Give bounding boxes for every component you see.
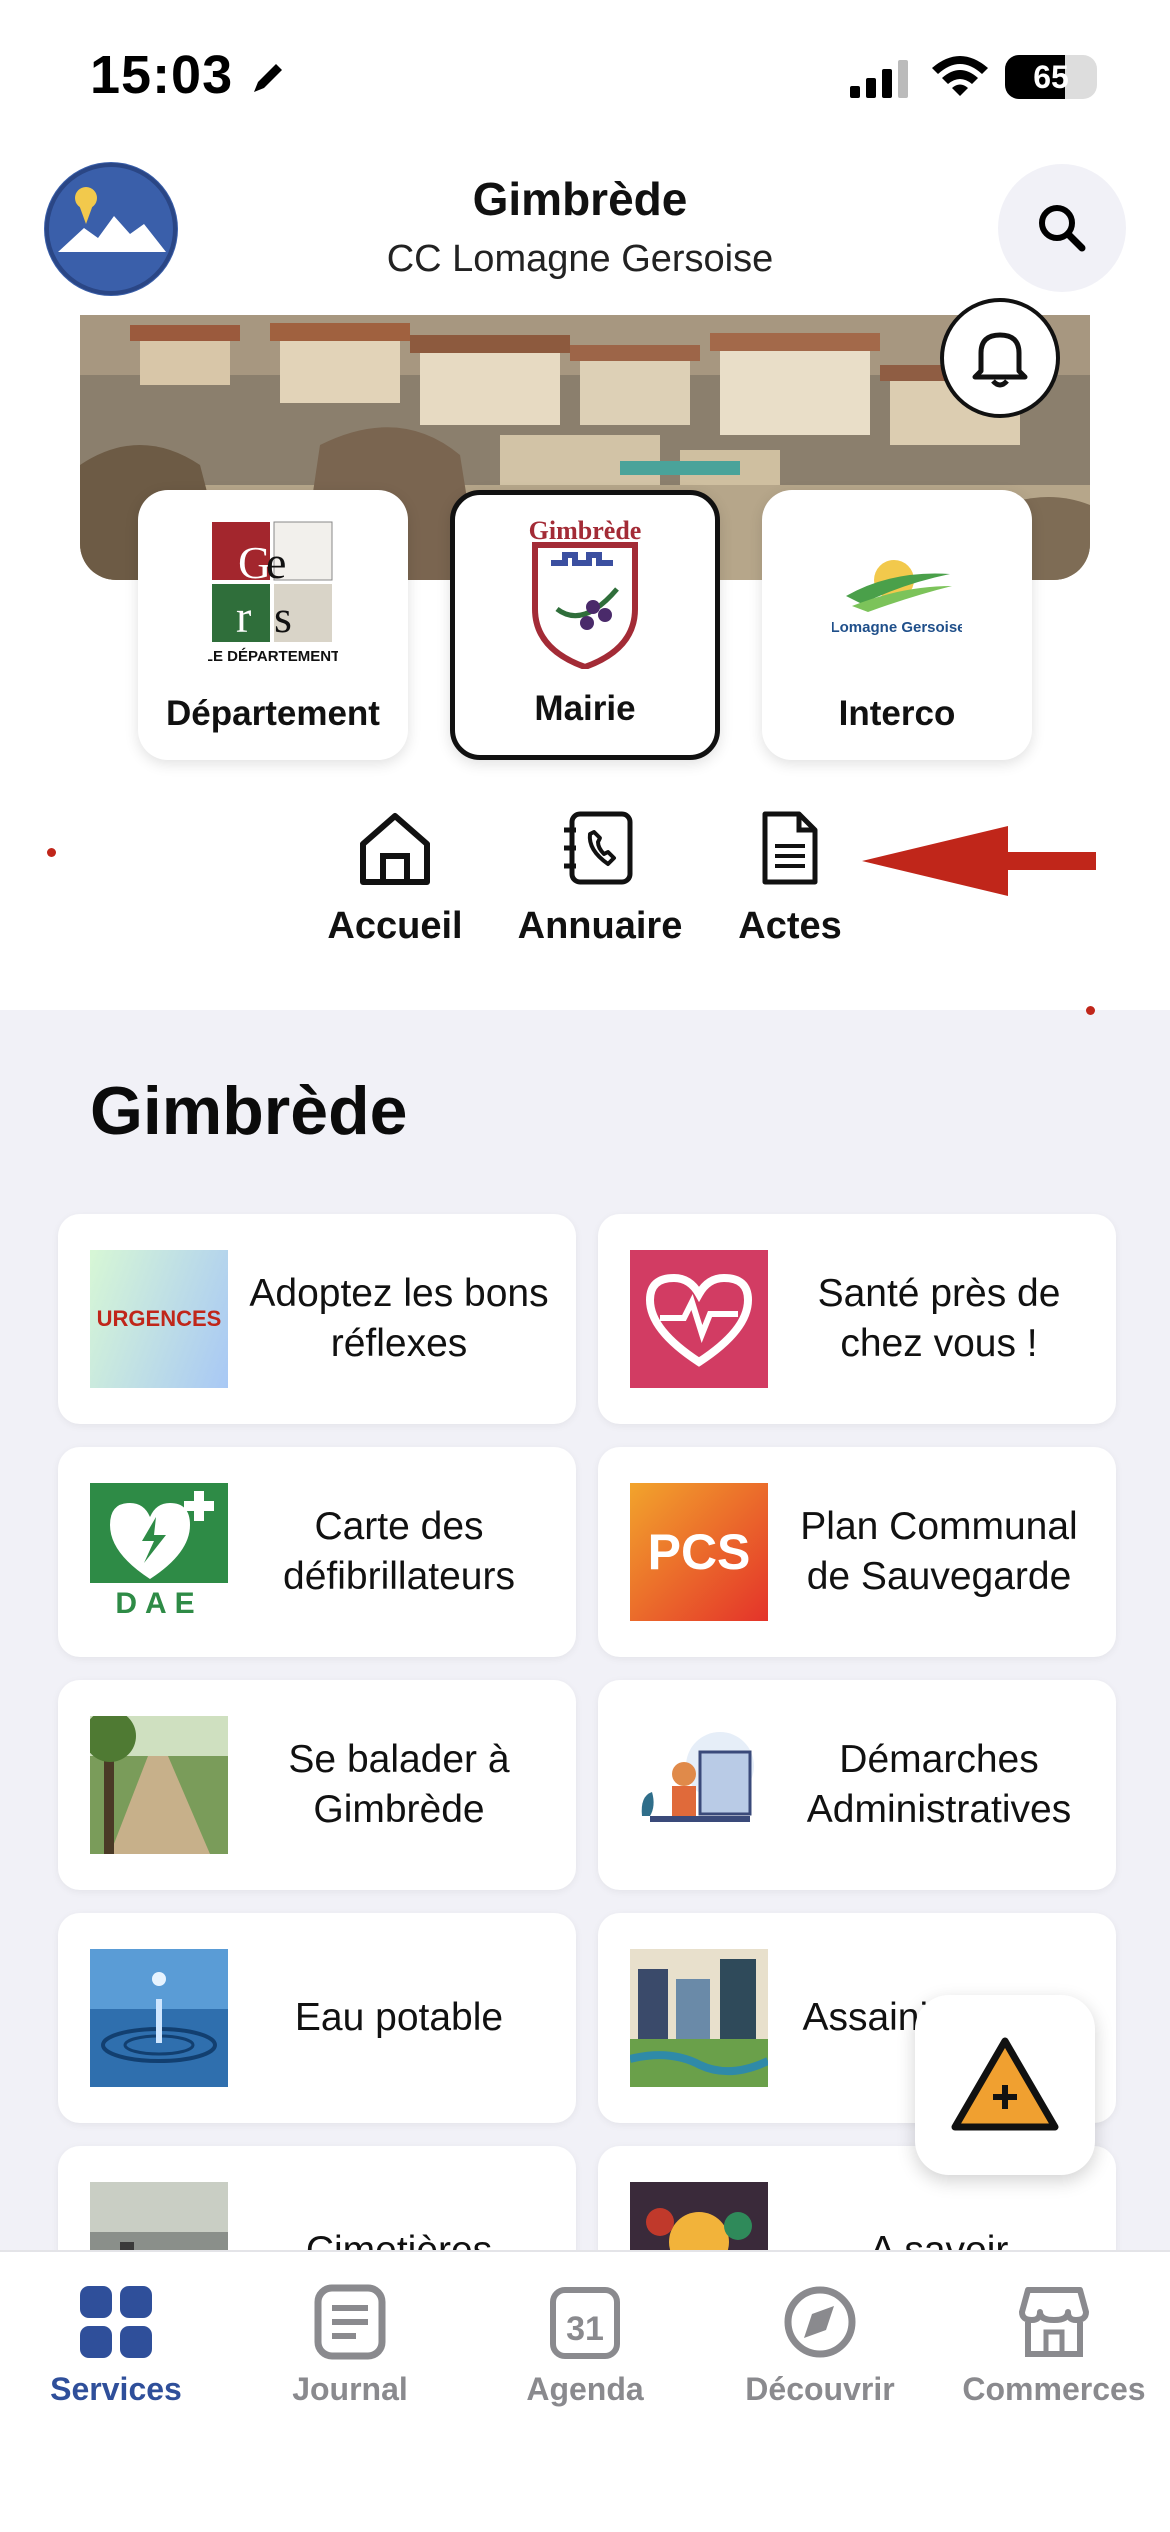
- logo-letter-r: r: [236, 591, 251, 642]
- battery-percent: 65: [1033, 58, 1069, 95]
- battery-indicator: 65: [1005, 55, 1097, 99]
- tile-label: Plan Communal de Sauvegarde: [800, 1505, 1078, 1598]
- bell-icon: [972, 332, 1028, 388]
- tile-cimetieres[interactable]: Cimetières: [58, 2146, 576, 2250]
- nav-label: Accueil: [327, 905, 463, 947]
- pencil-icon: [254, 64, 282, 92]
- card-label: Mairie: [534, 689, 636, 728]
- wifi-icon: [932, 56, 988, 96]
- urgences-thumbnail: URGENCES: [90, 1250, 228, 1388]
- status-time: 15:03: [90, 45, 234, 105]
- dae-thumb-text: DAE: [115, 1587, 203, 1620]
- tab-decouvrir[interactable]: Découvrir: [710, 2284, 930, 2408]
- tile-demarches[interactable]: Démarches Administratives: [598, 1680, 1116, 1890]
- pcs-thumbnail: PCS: [630, 1483, 768, 1621]
- red-dot-marker: [47, 848, 56, 857]
- tab-label: Services: [50, 2371, 182, 2407]
- tab-services[interactable]: Services: [6, 2284, 226, 2408]
- compass-icon: [784, 2286, 856, 2358]
- card-label: Interco: [838, 694, 956, 733]
- card-interco[interactable]: Lomagne Gersoise Interco: [762, 490, 1032, 760]
- tile-label: Se balader à Gimbrède: [288, 1738, 510, 1831]
- gers-department-logo: G e r s LE DÉPARTEMENT: [208, 521, 338, 665]
- lomagne-gersoise-logo: Lomagne Gersoise: [832, 560, 962, 638]
- calendar-icon: 31: [550, 2287, 620, 2359]
- app-logo[interactable]: [44, 162, 178, 296]
- mairie-logo-text: Gimbrède: [529, 519, 642, 545]
- tab-label: Agenda: [526, 2371, 644, 2407]
- sanitation-illustration: [630, 1949, 768, 2087]
- section-title: Gimbrède: [90, 1073, 408, 1149]
- bottom-tab-bar: Services Journal 31 Agenda Découvrir Com…: [0, 2250, 1170, 2532]
- tile-label: Cimetières: [238, 2146, 560, 2250]
- newspaper-icon: [314, 2284, 386, 2360]
- tile-label: Démarches Administratives: [806, 1738, 1072, 1831]
- tile-balade[interactable]: Se balader à Gimbrède: [58, 1680, 576, 1890]
- card-mairie[interactable]: Gimbrède Mairie: [450, 490, 720, 760]
- card-departement[interactable]: G e r s LE DÉPARTEMENT Département: [138, 490, 408, 760]
- village-logo-icon: [45, 163, 177, 295]
- nav-annuaire[interactable]: Annuaire: [505, 810, 695, 948]
- tile-defibrillateurs[interactable]: DAE Carte des défibrillateurs: [58, 1447, 576, 1657]
- phone-book-icon: [564, 811, 633, 885]
- card-label: Département: [166, 694, 380, 733]
- mairie-coat-of-arms: Gimbrède: [529, 519, 642, 669]
- tab-label: Journal: [292, 2371, 408, 2407]
- interco-logo-text: Lomagne Gersoise: [832, 619, 962, 636]
- red-arrow-annotation: [862, 826, 1096, 896]
- tile-pcs[interactable]: PCS Plan Communal de Sauvegarde: [598, 1447, 1116, 1657]
- tab-commerces[interactable]: Commerces: [944, 2284, 1164, 2408]
- status-bar: 15:03 65: [0, 0, 1170, 150]
- heart-pulse-icon: [630, 1250, 768, 1388]
- pcs-thumb-text: PCS: [647, 1524, 751, 1580]
- nav-label: Annuaire: [517, 905, 683, 947]
- tile-label: Eau potable: [294, 1996, 504, 2039]
- warning-plus-icon: [951, 2037, 1059, 2131]
- tile-eau-potable[interactable]: Eau potable: [58, 1913, 576, 2123]
- tile-label: Carte des défibrillateurs: [283, 1505, 515, 1598]
- dae-thumbnail: DAE: [90, 1483, 228, 1621]
- cemetery-photo: [90, 2182, 228, 2250]
- search-icon: [1039, 205, 1086, 252]
- tile-sante[interactable]: Santé près de chez vous !: [598, 1214, 1116, 1424]
- water-drop-photo: [90, 1949, 228, 2087]
- tab-label: Commerces: [962, 2371, 1146, 2407]
- logo-department-text: LE DÉPARTEMENT: [208, 648, 338, 665]
- cellular-signal-icon: [850, 60, 908, 98]
- tile-label: Adoptez les bons réflexes: [249, 1272, 549, 1365]
- tile-label: Santé près de chez vous !: [817, 1272, 1061, 1365]
- app-title: Gimbrède: [472, 173, 688, 225]
- home-icon: [360, 813, 430, 885]
- logo-letter-e: e: [266, 537, 286, 588]
- header: Gimbrède CC Lomagne Gersoise G e r s LE …: [0, 150, 1170, 1015]
- nav-actes[interactable]: Actes: [720, 810, 860, 948]
- urgences-thumb-text: URGENCES: [96, 1306, 222, 1331]
- tab-journal[interactable]: Journal: [240, 2284, 460, 2408]
- tile-reflexes[interactable]: URGENCES Adoptez les bons réflexes: [58, 1214, 576, 1424]
- lightbulb-illustration: [630, 2182, 768, 2250]
- nav-accueil[interactable]: Accueil: [310, 810, 480, 948]
- store-icon: [1019, 2287, 1089, 2357]
- app-subtitle: CC Lomagne Gersoise: [386, 238, 774, 280]
- tab-agenda[interactable]: 31 Agenda: [475, 2284, 695, 2408]
- admin-illustration: [630, 1716, 768, 1854]
- tab-label: Découvrir: [745, 2371, 895, 2407]
- report-issue-button[interactable]: [915, 1995, 1095, 2175]
- document-icon: [762, 811, 818, 885]
- notifications-button[interactable]: [940, 298, 1060, 418]
- nav-label: Actes: [738, 905, 842, 947]
- calendar-day: 31: [566, 2310, 604, 2348]
- logo-letter-s: s: [274, 591, 292, 642]
- path-photo: [90, 1716, 228, 1854]
- search-button[interactable]: [998, 164, 1126, 292]
- grid-icon: [80, 2286, 152, 2358]
